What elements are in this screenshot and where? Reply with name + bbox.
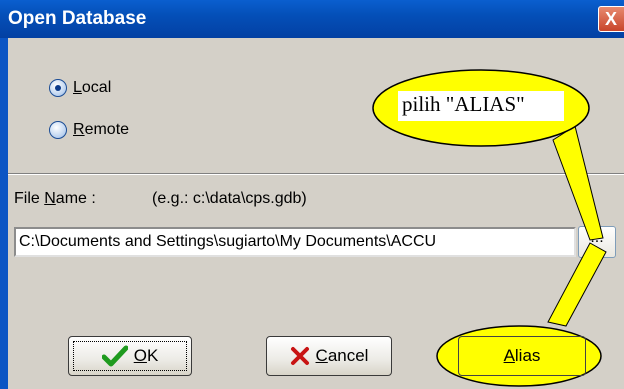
alias-button[interactable]: Alias xyxy=(458,336,586,376)
alias-label: Alias xyxy=(503,346,541,365)
annotation-callout xyxy=(372,69,607,387)
annotation-text: pilih "ALIAS" xyxy=(402,92,525,116)
